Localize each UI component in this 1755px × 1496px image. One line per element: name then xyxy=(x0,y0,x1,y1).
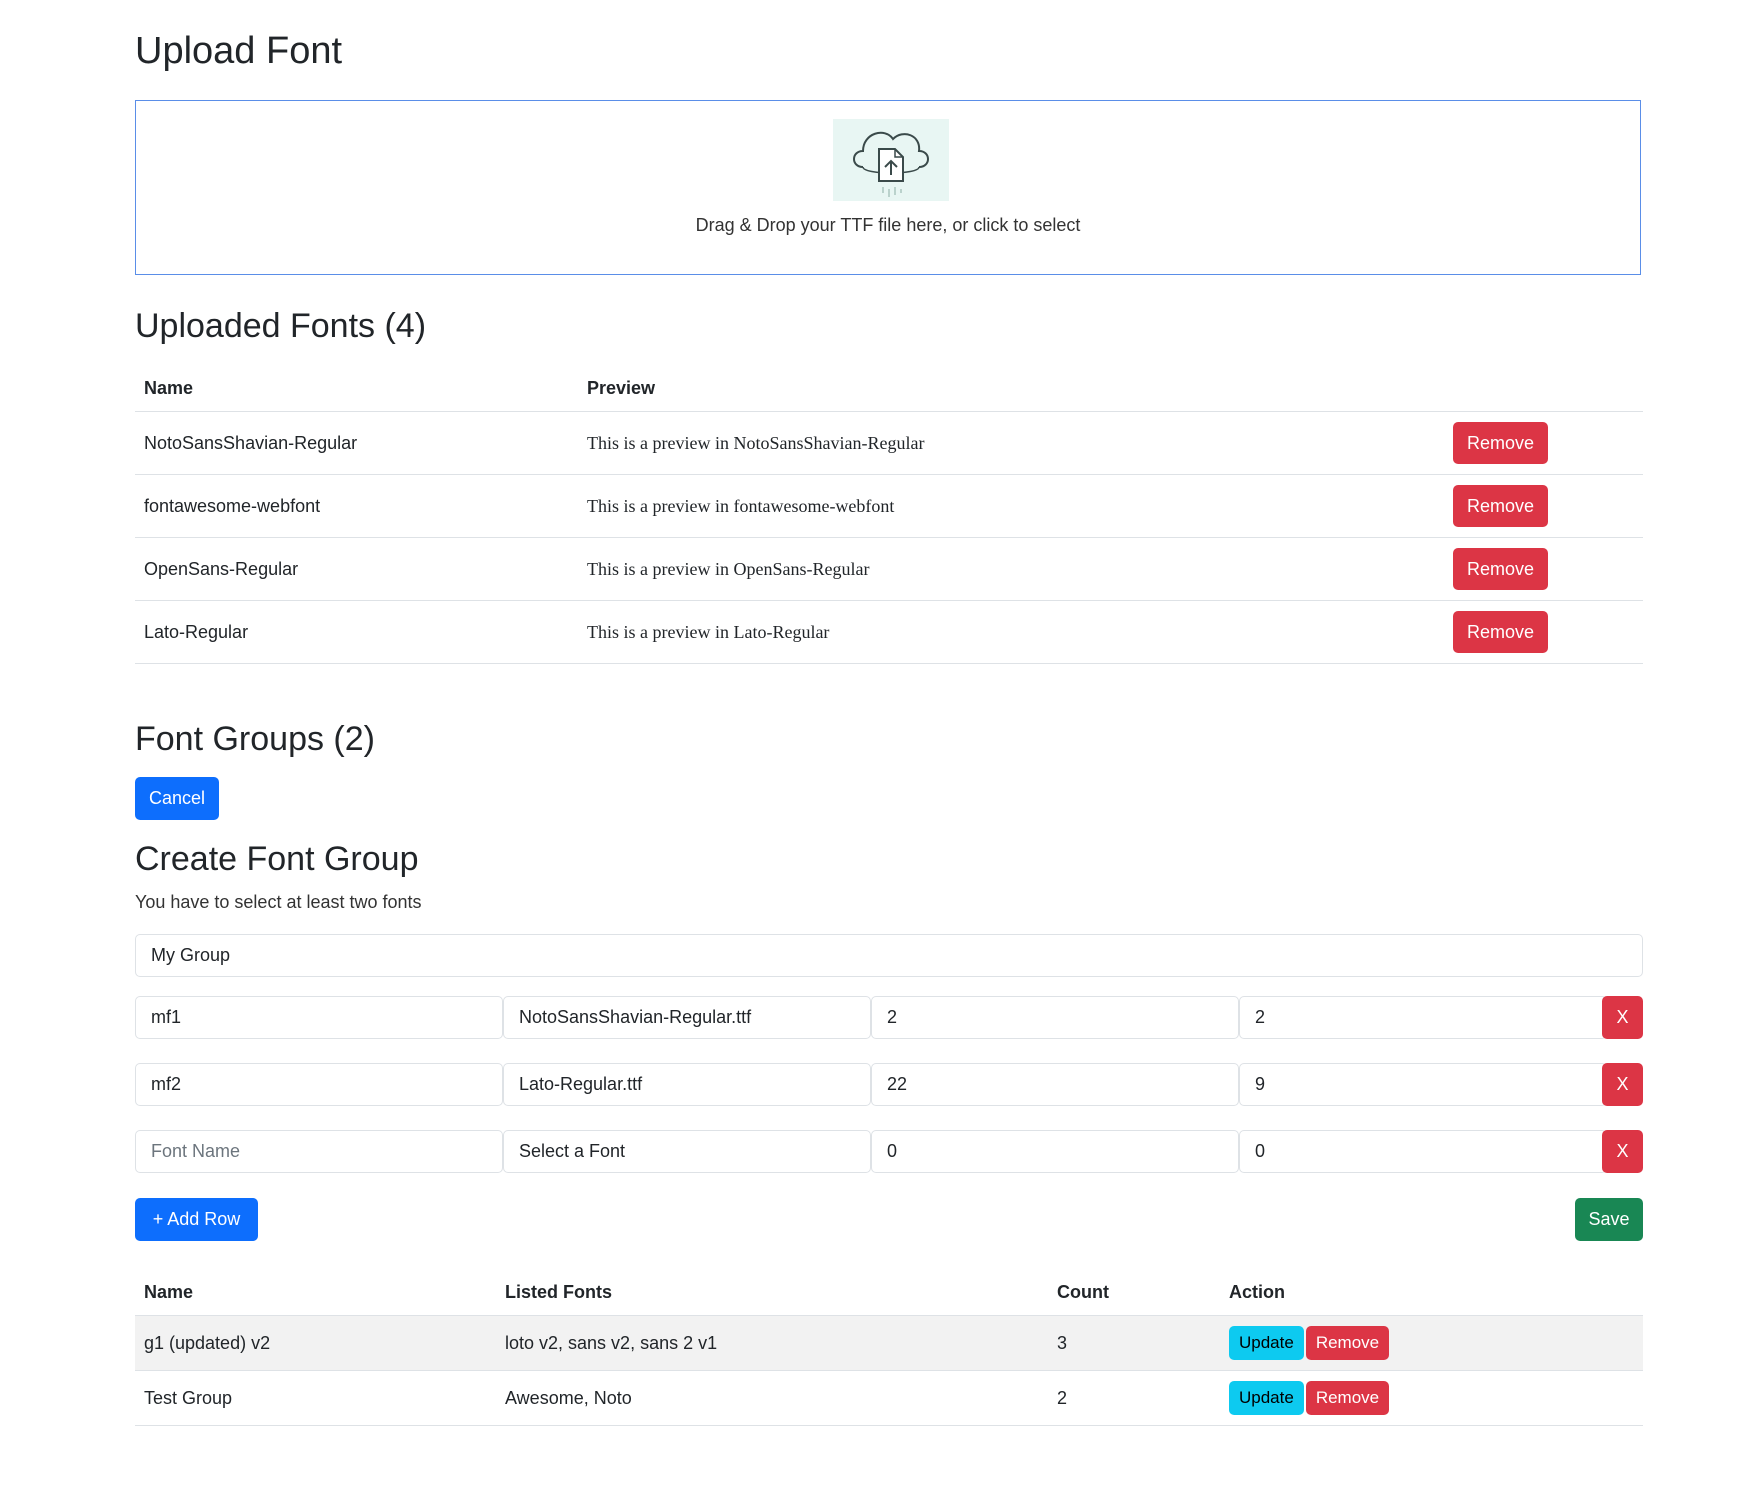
font-preview: This is a preview in NotoSansShavian-Reg… xyxy=(578,411,1444,475)
group-name: g1 (updated) v2 xyxy=(135,1315,496,1371)
table-header-row: Name Listed Fonts Count Action xyxy=(135,1270,1643,1316)
column-header-listed-fonts: Listed Fonts xyxy=(496,1270,1048,1316)
font-preview: This is a preview in fontawesome-webfont xyxy=(578,474,1444,538)
uploaded-fonts-table: Name Preview NotoSansShavian-Regular Thi… xyxy=(135,366,1643,664)
remove-row-button[interactable]: X xyxy=(1602,1130,1643,1173)
size-input[interactable] xyxy=(871,996,1239,1039)
table-row: OpenSans-Regular This is a preview in Op… xyxy=(135,537,1643,601)
update-group-button[interactable]: Update xyxy=(1229,1381,1304,1415)
font-groups-heading: Font Groups (2) xyxy=(135,720,375,758)
font-groups-table: Name Listed Fonts Count Action g1 (updat… xyxy=(135,1270,1643,1426)
column-header-name: Name xyxy=(135,1270,496,1316)
price-input[interactable] xyxy=(1239,1130,1607,1173)
add-row-button[interactable]: + Add Row xyxy=(135,1198,258,1241)
table-header-row: Name Preview xyxy=(135,366,1643,412)
remove-row-button[interactable]: X xyxy=(1602,1063,1643,1106)
font-name: Lato-Regular xyxy=(135,600,578,664)
remove-row-button[interactable]: X xyxy=(1602,996,1643,1039)
font-name: fontawesome-webfont xyxy=(135,474,578,538)
remove-group-button[interactable]: Remove xyxy=(1305,1381,1390,1415)
font-name: NotoSansShavian-Regular xyxy=(135,411,578,475)
dropzone-instructions: Drag & Drop your TTF file here, or click… xyxy=(695,215,1081,235)
save-button[interactable]: Save xyxy=(1575,1198,1643,1241)
column-header-name: Name xyxy=(135,366,578,412)
table-row: g1 (updated) v2 loto v2, sans v2, sans 2… xyxy=(135,1315,1643,1371)
update-group-button[interactable]: Update xyxy=(1229,1326,1304,1360)
table-row: fontawesome-webfont This is a preview in… xyxy=(135,474,1643,538)
font-name: OpenSans-Regular xyxy=(135,537,578,601)
size-input[interactable] xyxy=(871,1063,1239,1106)
font-name-input[interactable] xyxy=(135,1063,503,1106)
font-name-input[interactable] xyxy=(135,996,503,1039)
remove-font-button[interactable]: Remove xyxy=(1453,485,1548,527)
group-name: Test Group xyxy=(135,1370,496,1426)
remove-font-button[interactable]: Remove xyxy=(1453,548,1548,590)
group-count: 3 xyxy=(1048,1315,1220,1371)
column-header-action: Action xyxy=(1220,1270,1643,1316)
font-preview: This is a preview in Lato-Regular xyxy=(578,600,1444,664)
column-header-action xyxy=(1444,366,1643,412)
group-count: 2 xyxy=(1048,1370,1220,1426)
price-input[interactable] xyxy=(1239,996,1607,1039)
cancel-button[interactable]: Cancel xyxy=(135,777,219,820)
font-select[interactable]: Select a Font xyxy=(503,1130,871,1173)
group-listed-fonts: loto v2, sans v2, sans 2 v1 xyxy=(496,1315,1048,1371)
font-select[interactable]: Lato-Regular.ttf xyxy=(503,1063,871,1106)
font-name-input[interactable] xyxy=(135,1130,503,1173)
uploaded-fonts-heading: Uploaded Fonts (4) xyxy=(135,307,427,345)
group-listed-fonts: Awesome, Noto xyxy=(496,1370,1048,1426)
create-font-group-heading: Create Font Group xyxy=(135,840,419,878)
column-header-preview: Preview xyxy=(578,366,1444,412)
remove-font-button[interactable]: Remove xyxy=(1453,422,1548,464)
cloud-upload-icon xyxy=(833,119,949,201)
remove-group-button[interactable]: Remove xyxy=(1305,1326,1390,1360)
price-input[interactable] xyxy=(1239,1063,1607,1106)
group-name-input[interactable] xyxy=(135,934,1643,977)
remove-font-button[interactable]: Remove xyxy=(1453,611,1548,653)
font-preview: This is a preview in OpenSans-Regular xyxy=(578,537,1444,601)
table-row: NotoSansShavian-Regular This is a previe… xyxy=(135,411,1643,475)
table-row: Lato-Regular This is a preview in Lato-R… xyxy=(135,600,1643,664)
size-input[interactable] xyxy=(871,1130,1239,1173)
font-dropzone[interactable]: Drag & Drop your TTF file here, or click… xyxy=(135,100,1641,275)
font-select[interactable]: NotoSansShavian-Regular.ttf xyxy=(503,996,871,1039)
helper-text: You have to select at least two fonts xyxy=(135,892,422,912)
upload-font-heading: Upload Font xyxy=(135,30,343,72)
column-header-count: Count xyxy=(1048,1270,1220,1316)
table-row: Test Group Awesome, Noto 2 Update Remove xyxy=(135,1370,1643,1426)
